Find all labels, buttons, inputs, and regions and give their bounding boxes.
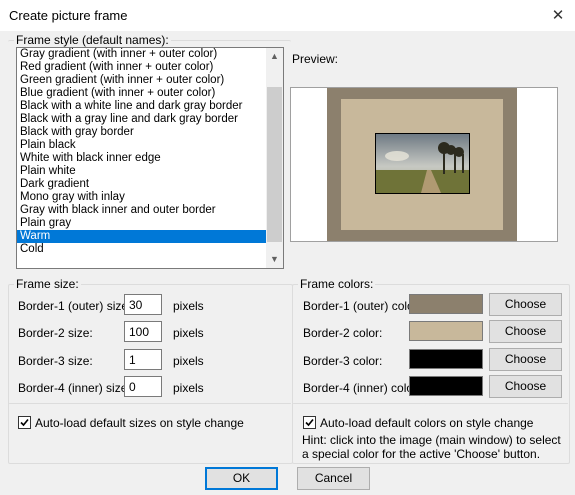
- border-1-choose-button[interactable]: Choose: [489, 293, 562, 316]
- border-2-choose-button[interactable]: Choose: [489, 320, 562, 343]
- colors-divider: [293, 403, 568, 404]
- frame-size-legend: Frame size:: [14, 277, 81, 291]
- border-4-choose-button[interactable]: Choose: [489, 375, 562, 398]
- border-4-size-input[interactable]: [124, 376, 162, 397]
- scrollbar-thumb[interactable]: [267, 87, 282, 242]
- preview-label: Preview:: [292, 52, 339, 66]
- list-item[interactable]: Mono gray with inlay: [17, 191, 267, 204]
- list-item[interactable]: Gray with black inner and outer border: [17, 204, 267, 217]
- autoload-sizes-checkbox[interactable]: [18, 416, 31, 429]
- preview-frame-graphic: [327, 88, 517, 241]
- frame-colors-legend: Frame colors:: [298, 277, 376, 291]
- border-3-color-label: Border-3 color:: [303, 354, 383, 368]
- border-1-size-input[interactable]: [124, 294, 162, 315]
- list-item[interactable]: Plain black: [17, 139, 267, 152]
- scroll-down-arrow-icon[interactable]: ▼: [266, 251, 283, 268]
- border-3-size-label: Border-3 size:: [18, 354, 93, 368]
- scroll-up-arrow-icon[interactable]: ▲: [266, 48, 283, 65]
- list-item[interactable]: Dark gradient: [17, 178, 267, 191]
- preview-image: [290, 87, 558, 242]
- size-divider: [9, 403, 291, 404]
- border-3-size-input[interactable]: [124, 349, 162, 370]
- title-bar: Create picture frame ✕: [0, 0, 575, 31]
- listbox-scrollbar[interactable]: ▲ ▼: [266, 48, 283, 268]
- autoload-colors-label[interactable]: Auto-load default colors on style change: [320, 416, 533, 430]
- list-item[interactable]: Black with a gray line and dark gray bor…: [17, 113, 267, 126]
- border-3-size-unit: pixels: [173, 354, 204, 368]
- border-3-choose-button[interactable]: Choose: [489, 348, 562, 371]
- border-4-size-unit: pixels: [173, 381, 204, 395]
- border-4-color-label: Border-4 (inner) color:: [303, 381, 421, 395]
- list-item[interactable]: White with black inner edge: [17, 152, 267, 165]
- border-1-color-swatch: [409, 294, 483, 314]
- border-1-color-label: Border-1 (outer) color:: [303, 299, 422, 313]
- window-title: Create picture frame: [9, 8, 128, 23]
- list-item[interactable]: Red gradient (with inner + outer color): [17, 61, 267, 74]
- border-2-size-unit: pixels: [173, 326, 204, 340]
- list-item[interactable]: Black with gray border: [17, 126, 267, 139]
- autoload-colors-checkbox[interactable]: [303, 416, 316, 429]
- list-item[interactable]: Black with a white line and dark gray bo…: [17, 100, 267, 113]
- border-3-color-swatch: [409, 349, 483, 369]
- ok-button[interactable]: OK: [205, 467, 278, 490]
- cancel-button[interactable]: Cancel: [297, 467, 370, 490]
- border-2-size-input[interactable]: [124, 321, 162, 342]
- frame-style-legend: Frame style (default names):: [14, 33, 171, 47]
- border-1-size-unit: pixels: [173, 299, 204, 313]
- border-2-color-swatch: [409, 321, 483, 341]
- checkmark-icon: [305, 418, 314, 427]
- list-item[interactable]: Warm: [17, 230, 267, 243]
- list-item[interactable]: Blue gradient (with inner + outer color): [17, 87, 267, 100]
- frame-style-list: Gray gradient (with inner + outer color)…: [17, 48, 283, 256]
- list-item[interactable]: Plain white: [17, 165, 267, 178]
- list-item[interactable]: Gray gradient (with inner + outer color): [17, 48, 267, 61]
- list-item[interactable]: Plain gray: [17, 217, 267, 230]
- color-hint-text: Hint: click into the image (main window)…: [302, 433, 561, 461]
- border-2-color-label: Border-2 color:: [303, 326, 383, 340]
- border-4-size-label: Border-4 (inner) size:: [18, 381, 131, 395]
- close-icon[interactable]: ✕: [541, 0, 575, 31]
- border-1-size-label: Border-1 (outer) size:: [18, 299, 132, 313]
- checkmark-icon: [20, 418, 29, 427]
- border-4-color-swatch: [409, 376, 483, 396]
- autoload-sizes-label[interactable]: Auto-load default sizes on style change: [35, 416, 244, 430]
- list-item[interactable]: Cold: [17, 243, 267, 256]
- list-item[interactable]: Green gradient (with inner + outer color…: [17, 74, 267, 87]
- border-2-size-label: Border-2 size:: [18, 326, 93, 340]
- frame-style-listbox[interactable]: Gray gradient (with inner + outer color)…: [16, 47, 284, 269]
